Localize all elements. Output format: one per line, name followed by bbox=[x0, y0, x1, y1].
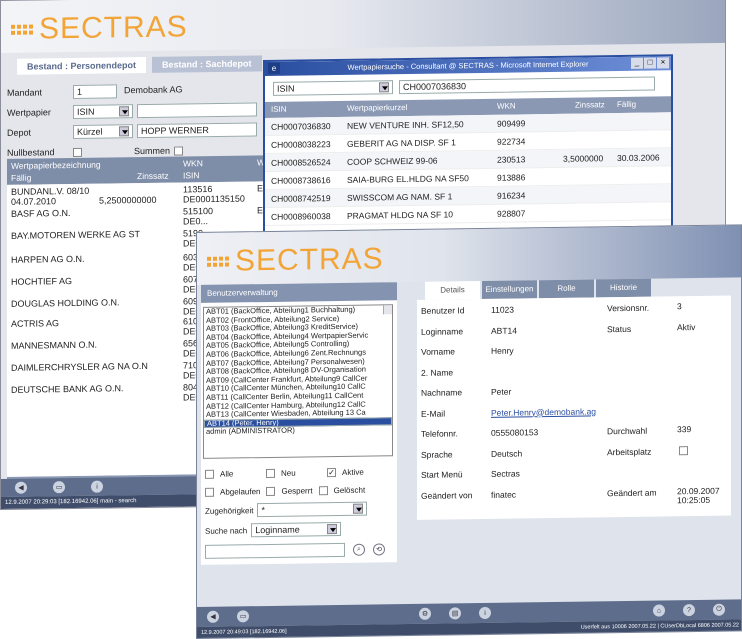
filter-neu-checkbox[interactable] bbox=[266, 468, 275, 478]
summen-label: Summen bbox=[134, 145, 171, 157]
filter-geloescht-checkbox[interactable] bbox=[318, 485, 328, 495]
zugehoerigkeit-label: Zugehörigkeit bbox=[205, 505, 254, 516]
help-icon[interactable]: ? bbox=[683, 604, 695, 617]
detail-row: Geändert von finatec Geändert am 20.09.2007… bbox=[421, 485, 720, 505]
grid-header: Wertpapierbezeichnung Fällig Zinssatz WK… bbox=[7, 154, 287, 185]
tab-rolle[interactable]: Rolle bbox=[539, 279, 594, 299]
table-row[interactable]: BAY.MOTOREN WERKE AG ST5190...DE0... bbox=[11, 227, 285, 248]
depot-label: Depot bbox=[7, 127, 32, 138]
tab-einstellungen[interactable]: Einstellungen bbox=[482, 280, 537, 300]
exit-icon[interactable]: ⏻ bbox=[713, 603, 725, 616]
list-item[interactable]: admin (ADMINISTRATOR) bbox=[204, 426, 392, 437]
sectras-logo: SECTRAS bbox=[207, 242, 384, 278]
back-icon[interactable]: ◀ bbox=[15, 481, 27, 494]
user-list[interactable]: ABT01 (BackOffice, Abteilung1 Buchhaltun… bbox=[203, 304, 393, 459]
depot-input[interactable]: HOPP WERNER bbox=[137, 122, 257, 139]
suche-select[interactable]: Loginname bbox=[251, 521, 342, 538]
filter-aktive-checkbox[interactable] bbox=[327, 467, 336, 477]
table-row[interactable]: BUNDANL.V. 08/10113516EU bbox=[11, 183, 285, 197]
mandant-input[interactable]: 1 bbox=[73, 84, 117, 99]
nullbestand-checkbox[interactable] bbox=[73, 147, 82, 157]
tab-personendepot[interactable]: Bestand : Personendepot bbox=[17, 56, 147, 75]
print-icon[interactable]: ▤ bbox=[449, 607, 461, 620]
details-form: Benutzer Id 11023 Versionsnr. 3 Loginname ABT… bbox=[421, 298, 721, 507]
back-icon[interactable]: ◀ bbox=[207, 610, 219, 623]
summen-checkbox[interactable] bbox=[174, 145, 184, 156]
nullbestand-label: Nullbestand bbox=[7, 147, 55, 158]
filter-alle-checkbox[interactable] bbox=[205, 469, 214, 479]
filter-abgelaufen-checkbox[interactable] bbox=[205, 487, 214, 497]
suche-label: Suche nach bbox=[205, 525, 248, 536]
search-icon[interactable]: ⌕ bbox=[353, 543, 365, 556]
chevron-down-icon bbox=[327, 524, 338, 535]
arbeitsplatz-checkbox[interactable] bbox=[679, 445, 688, 455]
mandant-label: Mandant bbox=[7, 87, 43, 98]
status-filters: Alle Neu Aktive Abgelaufen Gesperrt Gelö… bbox=[205, 462, 395, 563]
panel-title: Benutzerverwaltung bbox=[201, 282, 397, 303]
ie-icon: e bbox=[268, 62, 280, 74]
chevron-down-icon bbox=[379, 82, 389, 93]
depot-type-select[interactable]: Kürzel bbox=[73, 124, 133, 139]
home-icon[interactable]: ⌂ bbox=[653, 604, 665, 617]
app-header: SECTRAS bbox=[197, 225, 741, 285]
search-type-select[interactable]: ISIN bbox=[273, 80, 393, 96]
mandant-name: Demobank AG bbox=[124, 84, 183, 96]
info-icon[interactable]: i bbox=[91, 480, 103, 493]
wertpapier-input[interactable] bbox=[137, 102, 257, 119]
info-icon[interactable]: i bbox=[479, 606, 491, 620]
tab-details[interactable]: Details bbox=[425, 281, 480, 300]
tab-historie[interactable]: Historie bbox=[596, 278, 651, 298]
benutzerverwaltung-window: SECTRAS Benutzerverwaltung ABT01 (BackOf… bbox=[196, 224, 742, 639]
close-button[interactable]: × bbox=[657, 57, 669, 69]
search-input[interactable]: CH0007036830 bbox=[399, 76, 655, 95]
filter-gesperrt-checkbox[interactable] bbox=[266, 486, 276, 496]
reset-icon[interactable]: ⟲ bbox=[373, 543, 385, 556]
app-header: SECTRAS bbox=[1, 0, 725, 53]
popup-table-body: CH0007036830 NEW VENTURE INH. SF12,50 9094… bbox=[265, 112, 671, 226]
chevron-down-icon bbox=[119, 106, 129, 117]
tab-sachdepot[interactable]: Bestand : Sachdepot bbox=[152, 55, 262, 73]
wertpapier-type-select[interactable]: ISIN bbox=[73, 104, 133, 119]
filter-form: Mandant 1 Demobank AG Wertpapier ISIN De… bbox=[7, 79, 307, 163]
scrollbar[interactable] bbox=[383, 305, 392, 314]
search-field[interactable] bbox=[205, 542, 345, 559]
minimize-button[interactable]: _ bbox=[631, 57, 643, 69]
maximize-button[interactable]: □ bbox=[644, 57, 656, 69]
wertpapier-label: Wertpapier bbox=[7, 107, 51, 118]
folder-icon[interactable]: ▭ bbox=[237, 610, 249, 623]
zugehoerigkeit-select[interactable]: * bbox=[257, 501, 368, 518]
chevron-down-icon bbox=[119, 126, 129, 137]
sectras-logo: SECTRAS bbox=[11, 10, 188, 46]
folder-icon[interactable]: ▭ bbox=[53, 481, 65, 494]
chevron-down-icon bbox=[353, 503, 364, 514]
gear-icon[interactable]: ⚙ bbox=[419, 607, 431, 620]
